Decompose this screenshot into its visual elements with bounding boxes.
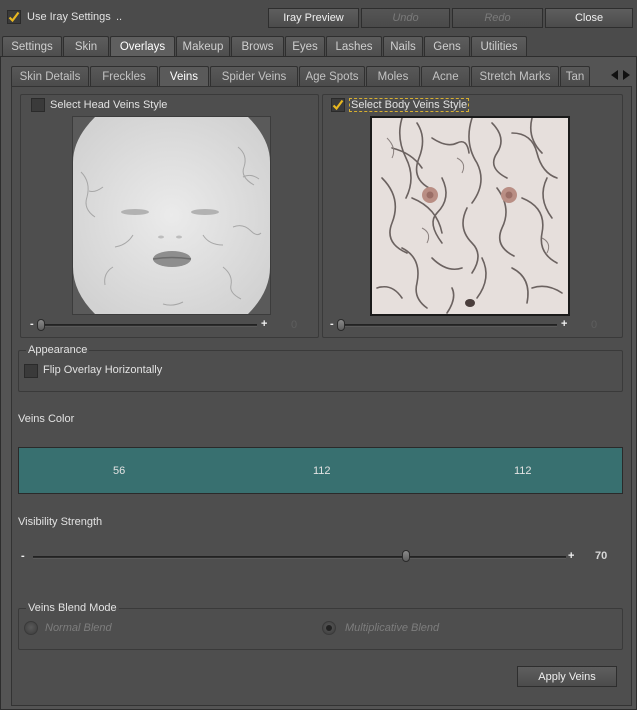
main-tab-bar: Settings Skin Overlays Makeup Brows Eyes Lashe… (2, 36, 528, 56)
apply-veins-button[interactable]: Apply Veins (517, 666, 617, 687)
multiplicative-blend-radio[interactable] (322, 621, 336, 635)
color-blue-value: 112 (514, 465, 532, 477)
body-slider-minus[interactable]: - (330, 318, 334, 330)
subtab-age-spots[interactable]: Age Spots (299, 66, 365, 86)
veins-color-label: Veins Color (18, 413, 75, 425)
visibility-slider-knob[interactable] (402, 550, 411, 562)
tab-brows[interactable]: Brows (231, 36, 284, 56)
body-veins-checkbox[interactable] (331, 98, 345, 112)
normal-blend-radio[interactable] (24, 621, 38, 635)
head-slider-plus[interactable]: + (261, 318, 267, 330)
head-slider-knob[interactable] (37, 319, 45, 331)
subtab-veins[interactable]: Veins (159, 66, 209, 86)
body-veins-thumbnail[interactable] (370, 116, 570, 316)
veins-color-picker[interactable]: 56 112 112 (18, 447, 623, 494)
head-veins-image (73, 117, 270, 314)
visibility-slider-track[interactable] (33, 556, 566, 559)
multiplicative-blend-label: Multiplicative Blend (345, 622, 440, 634)
tab-settings[interactable]: Settings (2, 36, 62, 56)
head-veins-thumbnail[interactable] (72, 116, 271, 315)
body-veins-label: Select Body Veins Style (349, 98, 470, 112)
subtab-skin-details[interactable]: Skin Details (11, 66, 89, 86)
tab-nails[interactable]: Nails (383, 36, 423, 56)
head-veins-label: Select Head Veins Style (50, 99, 168, 111)
use-iray-options-ellipsis[interactable]: .. (116, 11, 122, 23)
tab-scroll-right[interactable] (622, 70, 630, 83)
undo-button[interactable]: Undo (361, 8, 450, 28)
normal-blend-label: Normal Blend (45, 622, 112, 634)
triangle-right-icon (623, 70, 630, 80)
subtab-freckles[interactable]: Freckles (90, 66, 158, 86)
subtab-acne[interactable]: Acne (421, 66, 470, 86)
body-slider-track[interactable] (337, 324, 557, 327)
tab-overlays[interactable]: Overlays (110, 36, 175, 56)
visibility-slider-plus[interactable]: + (568, 550, 574, 562)
tab-makeup[interactable]: Makeup (176, 36, 230, 56)
body-slider-plus[interactable]: + (561, 318, 567, 330)
visibility-label: Visibility Strength (18, 516, 103, 528)
body-slider-knob[interactable] (337, 319, 345, 331)
close-button[interactable]: Close (545, 8, 633, 28)
head-slider-value: 0 (291, 319, 298, 331)
head-veins-checkbox[interactable] (31, 98, 45, 112)
tab-utilities[interactable]: Utilities (471, 36, 527, 56)
tab-skin[interactable]: Skin (63, 36, 109, 56)
tab-scroll-left[interactable] (611, 70, 619, 83)
use-iray-label: Use Iray Settings (27, 11, 111, 23)
body-slider-value: 0 (591, 319, 598, 331)
blend-mode-title: Veins Blend Mode (26, 602, 119, 614)
head-slider-minus[interactable]: - (30, 318, 34, 330)
checkmark-icon (332, 99, 344, 111)
appearance-title: Appearance (26, 344, 90, 356)
tab-gens[interactable]: Gens (424, 36, 470, 56)
head-slider-track[interactable] (37, 324, 257, 327)
use-iray-checkbox[interactable] (7, 10, 21, 24)
subtab-stretch-marks[interactable]: Stretch Marks (471, 66, 559, 86)
flip-overlay-checkbox[interactable] (24, 364, 38, 378)
tab-eyes[interactable]: Eyes (285, 36, 325, 56)
visibility-slider-minus[interactable]: - (21, 550, 25, 562)
tab-lashes[interactable]: Lashes (326, 36, 382, 56)
triangle-left-icon (611, 70, 618, 80)
flip-overlay-label: Flip Overlay Horizontally (43, 364, 163, 376)
subtab-spider-veins[interactable]: Spider Veins (210, 66, 298, 86)
color-red-value: 56 (113, 465, 126, 477)
color-green-value: 112 (313, 465, 331, 477)
sub-tab-bar: Skin Details Freckles Veins Spider Veins Age… (11, 66, 591, 86)
body-veins-image (372, 117, 568, 314)
redo-button[interactable]: Redo (452, 8, 543, 28)
subtab-moles[interactable]: Moles (366, 66, 420, 86)
iray-preview-button[interactable]: Iray Preview (268, 8, 359, 28)
subtab-tan[interactable]: Tan (560, 66, 590, 86)
checkmark-icon (8, 11, 20, 23)
visibility-value: 70 (595, 550, 608, 562)
